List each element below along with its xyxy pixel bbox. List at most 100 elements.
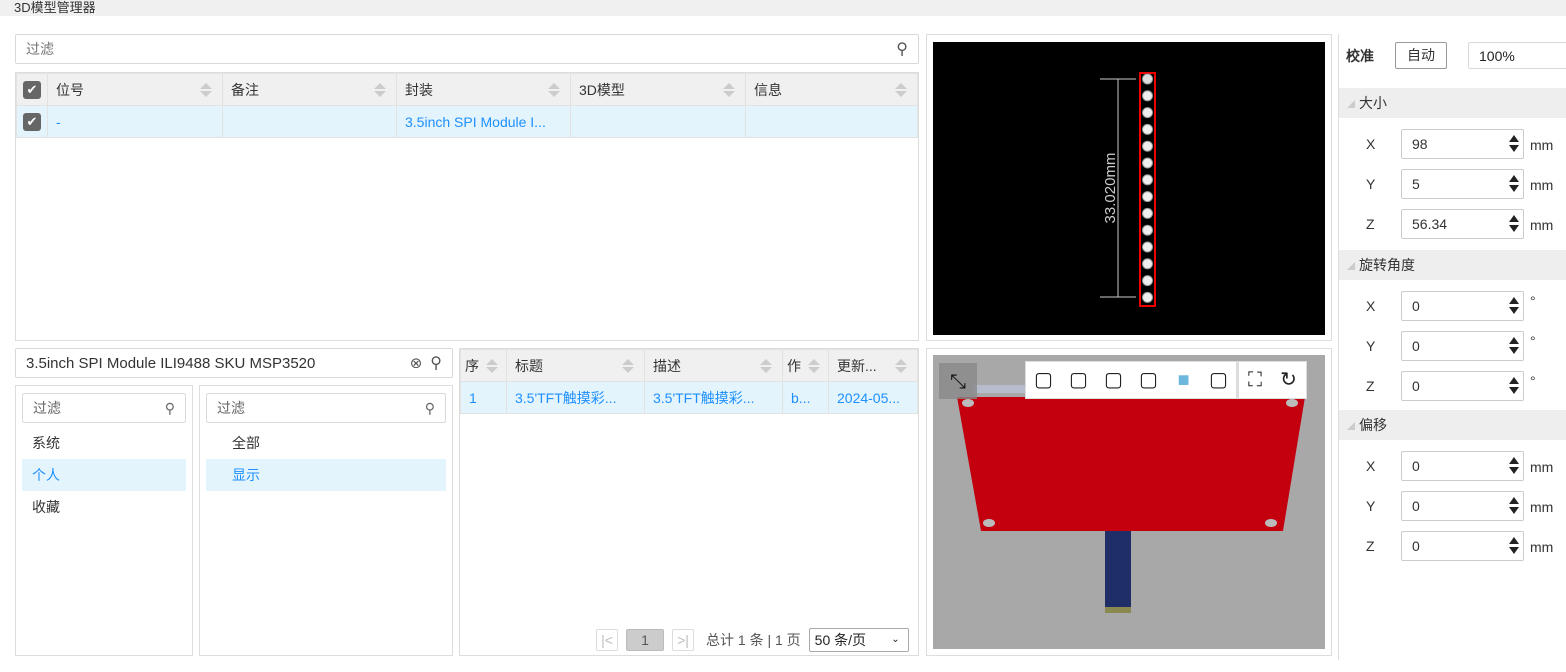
pad — [1142, 224, 1153, 236]
size-y-input[interactable]: 5 — [1401, 169, 1524, 199]
view-toolbar: ▢ ▢ ▢ ▢ ■ ▢ ⛶ ↻ — [1025, 361, 1307, 399]
view-back-icon[interactable]: ▢ — [1061, 362, 1096, 398]
select-all-checkbox[interactable]: ✔ — [16, 73, 48, 106]
reset-rotate-icon[interactable]: ↻ — [1271, 362, 1306, 398]
auto-button[interactable]: 自动 — [1395, 42, 1447, 69]
rotation-y-label: Y — [1366, 338, 1376, 354]
sort-icon[interactable] — [895, 83, 907, 97]
subcategory-filter-input[interactable]: 过滤 ⚲ — [206, 393, 446, 423]
section-offset[interactable]: 偏移 — [1339, 410, 1566, 440]
chevron-down-icon: ⌄ — [891, 634, 900, 645]
sort-icon[interactable] — [808, 359, 820, 373]
rotation-x-label: X — [1366, 298, 1376, 314]
col-info[interactable]: 信息 — [745, 73, 918, 106]
filter-item[interactable]: 全部 — [206, 427, 446, 459]
footprint-filter-input[interactable]: 过滤 ⚲ — [15, 34, 919, 64]
category-item[interactable]: 个人 — [22, 459, 186, 491]
col-index[interactable]: 序 — [460, 349, 507, 382]
search-icon[interactable]: ⚲ — [430, 353, 442, 373]
sort-icon[interactable] — [486, 359, 498, 373]
offset-y-input[interactable]: 0 — [1401, 491, 1524, 521]
offset-z-input[interactable]: 0 — [1401, 531, 1524, 561]
pad — [1142, 258, 1153, 270]
3d-view-canvas[interactable]: ⤡ — [933, 355, 1325, 649]
pad — [1142, 207, 1153, 219]
cell-note — [222, 105, 397, 138]
current-page[interactable]: 1 — [626, 629, 664, 651]
view-right-icon[interactable]: ▢ — [1131, 362, 1166, 398]
rotation-x-unit: ° — [1530, 293, 1536, 309]
view-top-icon[interactable]: ■ — [1166, 362, 1201, 398]
category-item[interactable]: 收藏 — [22, 491, 186, 523]
size-x-input[interactable]: 98 — [1401, 129, 1524, 159]
view-left-icon[interactable]: ▢ — [1096, 362, 1131, 398]
cell-info — [745, 105, 918, 138]
col-footprint[interactable]: 封装 — [396, 73, 571, 106]
scale-input[interactable]: 100% — [1468, 42, 1566, 69]
size-z-input[interactable]: 56.34 — [1401, 209, 1524, 239]
filter-item[interactable]: 显示 — [206, 459, 446, 491]
rotation-z-unit: ° — [1530, 373, 1536, 389]
pad — [1142, 275, 1153, 287]
footprint-preview-canvas[interactable]: 33.020mm — [933, 42, 1325, 335]
category-filter-input[interactable]: 过滤 ⚲ — [22, 393, 186, 423]
svg-text:⤡: ⤡ — [950, 371, 966, 393]
category-item[interactable]: 系统 — [22, 427, 186, 459]
size-z-label: Z — [1366, 216, 1375, 232]
sort-icon[interactable] — [723, 83, 735, 97]
spinner-icon[interactable] — [1509, 497, 1519, 515]
view-front-icon[interactable]: ▢ — [1026, 362, 1061, 398]
spinner-icon[interactable] — [1509, 337, 1519, 355]
section-size[interactable]: 大小 — [1339, 88, 1566, 118]
pad — [1142, 140, 1153, 152]
dimension-label: 33.020mm — [1102, 153, 1119, 224]
rotation-y-input[interactable]: 0 — [1401, 331, 1524, 361]
last-page-button[interactable]: >| — [672, 629, 694, 651]
sort-icon[interactable] — [200, 83, 212, 97]
section-rotation[interactable]: 旋转角度 — [1339, 250, 1566, 280]
col-description[interactable]: 描述 — [644, 349, 783, 382]
spinner-icon[interactable] — [1509, 377, 1519, 395]
library-category-list: 过滤 ⚲ 系统 个人 收藏 — [15, 385, 193, 656]
spinner-icon[interactable] — [1509, 537, 1519, 555]
cell-designator: - — [47, 105, 223, 138]
model-table: 序 标题 描述 作 更新... 1 3.5'TFT触摸彩... 3.5'TFT触… — [459, 348, 919, 656]
offset-y-label: Y — [1366, 498, 1376, 514]
rotation-z-input[interactable]: 0 — [1401, 371, 1524, 401]
page-size-select[interactable]: 50 条/页 ⌄ — [808, 628, 909, 652]
library-search-input[interactable]: 3.5inch SPI Module ILI9488 SKU MSP3520 ⊗… — [15, 348, 453, 378]
sort-icon[interactable] — [374, 83, 386, 97]
pagination: |< 1 >| 总计 1 条 | 1 页 50 条/页 ⌄ — [596, 628, 909, 652]
spinner-icon[interactable] — [1509, 135, 1519, 153]
col-author[interactable]: 作 — [782, 349, 829, 382]
filter-placeholder: 过滤 — [26, 41, 54, 57]
col-designator[interactable]: 位号 — [47, 73, 223, 106]
pad — [1142, 191, 1153, 203]
fit-view-icon[interactable]: ⛶ — [1236, 362, 1271, 398]
col-title[interactable]: 标题 — [506, 349, 645, 382]
sort-icon[interactable] — [760, 359, 772, 373]
col-note[interactable]: 备注 — [222, 73, 397, 106]
clear-icon[interactable]: ⊗ — [410, 354, 423, 372]
col-updated[interactable]: 更新... — [828, 349, 918, 382]
spinner-icon[interactable] — [1509, 215, 1519, 233]
spinner-icon[interactable] — [1509, 175, 1519, 193]
sort-icon[interactable] — [895, 359, 907, 373]
view-bottom-icon[interactable]: ▢ — [1201, 362, 1236, 398]
search-icon[interactable]: ⚲ — [165, 400, 175, 417]
table-row[interactable]: 1 3.5'TFT触摸彩... 3.5'TFT触摸彩... b... 2024-… — [460, 381, 918, 414]
offset-x-input[interactable]: 0 — [1401, 451, 1524, 481]
first-page-button[interactable]: |< — [596, 629, 618, 651]
search-icon[interactable]: ⚲ — [425, 400, 435, 417]
size-z-unit: mm — [1530, 217, 1554, 233]
search-icon[interactable]: ⚲ — [896, 39, 908, 59]
rotation-z-label: Z — [1366, 378, 1375, 394]
spinner-icon[interactable] — [1509, 457, 1519, 475]
spinner-icon[interactable] — [1509, 297, 1519, 315]
rotation-x-input[interactable]: 0 — [1401, 291, 1524, 321]
row-checkbox[interactable]: ✔ — [16, 105, 48, 138]
table-row[interactable]: ✔ - 3.5inch SPI Module I... — [16, 105, 918, 138]
sort-icon[interactable] — [548, 83, 560, 97]
col-3d-model[interactable]: 3D模型 — [570, 73, 746, 106]
sort-icon[interactable] — [622, 359, 634, 373]
